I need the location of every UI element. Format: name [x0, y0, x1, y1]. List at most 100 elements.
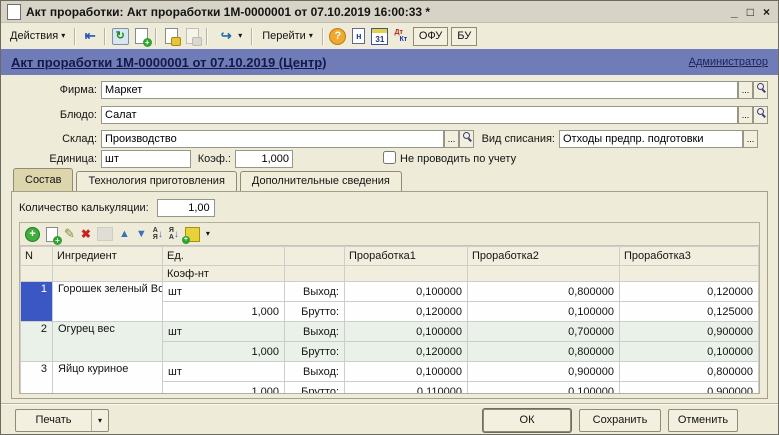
dish-lookup-button[interactable]: [753, 106, 768, 124]
ok-button[interactable]: ОК: [483, 409, 571, 432]
cell-ingredient[interactable]: Огурец вес: [53, 322, 163, 362]
cell-p1-out[interactable]: 0,100000: [345, 322, 468, 342]
user-link[interactable]: Администратор: [689, 56, 768, 68]
cell-coef[interactable]: 1,000: [163, 382, 285, 395]
cell-p1-out[interactable]: 0,100000: [345, 282, 468, 302]
no-posting-checkbox[interactable]: [383, 151, 396, 164]
cell-p3-out[interactable]: 0,900000: [620, 322, 759, 342]
calc-quantity-field[interactable]: [157, 199, 215, 217]
coef-label: Коэф.:: [195, 153, 231, 165]
cell-p3-gross[interactable]: 0,125000: [620, 302, 759, 322]
cell-p2-gross[interactable]: 0,800000: [468, 342, 620, 362]
cell-p3-out[interactable]: 0,120000: [620, 282, 759, 302]
coef-field[interactable]: [235, 150, 293, 168]
save-close-icon[interactable]: ⇤: [81, 27, 99, 45]
warehouse-ellipsis-button[interactable]: ...: [444, 130, 459, 148]
chevron-down-icon[interactable]: ▾: [91, 410, 108, 431]
dish-field[interactable]: [101, 106, 738, 124]
toolbar-separator: [206, 28, 208, 45]
cell-p2-gross[interactable]: 0,100000: [468, 382, 620, 395]
firm-lookup-button[interactable]: [753, 81, 768, 99]
add-row-button[interactable]: +: [25, 226, 40, 242]
dtkt-button[interactable]: Дт Кт: [392, 27, 410, 45]
copy-row-icon: +: [46, 227, 58, 242]
cell-p2-gross[interactable]: 0,100000: [468, 302, 620, 322]
goto-menu[interactable]: Перейти ▾: [258, 28, 317, 44]
cell-n[interactable]: 2: [21, 322, 53, 362]
tab-composition[interactable]: Состав: [13, 168, 73, 191]
table-row[interactable]: 1 Горошек зеленый Bonduelle 200г шт Выхо…: [21, 282, 759, 302]
cell-n[interactable]: 3: [21, 362, 53, 395]
cell-p2-out[interactable]: 0,700000: [468, 322, 620, 342]
calc-quantity-label: Количество калькуляции:: [19, 202, 149, 214]
cell-gross-label: Брутто:: [285, 302, 345, 322]
help-button[interactable]: ?: [329, 27, 347, 45]
cell-coef[interactable]: 1,000: [163, 302, 285, 322]
cell-p1-out[interactable]: 0,100000: [345, 362, 468, 382]
print-button[interactable]: Печать ▾: [15, 409, 109, 432]
sort-descending-icon[interactable]: ЯА ↓: [169, 227, 179, 241]
toolbar-separator: [155, 28, 157, 45]
chevron-down-icon[interactable]: ▾: [206, 230, 210, 238]
cell-coef[interactable]: 1,000: [163, 342, 285, 362]
titlebar: Акт проработки: Акт проработки 1М-000000…: [1, 1, 778, 23]
copy-row-button[interactable]: +: [46, 226, 58, 242]
cell-ingredient[interactable]: Горошек зеленый Bonduelle 200г: [53, 282, 163, 322]
copy-new-button[interactable]: +: [132, 27, 150, 45]
move-down-icon[interactable]: ▼: [136, 226, 147, 242]
cell-p2-out[interactable]: 0,800000: [468, 282, 620, 302]
cell-unit[interactable]: шт: [163, 282, 285, 302]
actions-menu[interactable]: Действия ▾: [6, 28, 69, 44]
post-document-button[interactable]: [162, 27, 180, 45]
composition-tab-panel: Количество калькуляции: + + ✎ ✖ ▲ ▼ АЯ ↓…: [11, 191, 768, 399]
minimize-button[interactable]: _: [731, 5, 738, 19]
calendar-icon: 31: [371, 28, 388, 45]
move-up-icon[interactable]: ▲: [119, 226, 130, 242]
cell-p1-gross[interactable]: 0,120000: [345, 342, 468, 362]
cell-p1-gross[interactable]: 0,120000: [345, 302, 468, 322]
firm-ellipsis-button[interactable]: ...: [738, 81, 753, 99]
table-row[interactable]: 2 Огурец вес шт Выход: 0,100000 0,700000…: [21, 322, 759, 342]
sort-ascending-icon[interactable]: АЯ ↓: [153, 227, 163, 241]
document-window: Акт проработки: Акт проработки 1М-000000…: [0, 0, 779, 435]
col-header-ingredient: Ингредиент: [53, 247, 163, 266]
table-row[interactable]: 3 Яйцо куриное шт Выход: 0,100000 0,9000…: [21, 362, 759, 382]
col-header-blank: [285, 247, 345, 266]
cell-p2-out[interactable]: 0,900000: [468, 362, 620, 382]
edit-row-icon[interactable]: ✎: [64, 226, 75, 242]
end-edit-icon: [97, 226, 113, 242]
cell-n[interactable]: 1: [21, 282, 53, 322]
close-button[interactable]: ×: [763, 5, 770, 19]
cell-p3-out[interactable]: 0,800000: [620, 362, 759, 382]
selection-button[interactable]: +: [185, 226, 200, 242]
cell-unit[interactable]: шт: [163, 322, 285, 342]
no-posting-label: Не проводить по учету: [400, 153, 516, 165]
save-button[interactable]: Сохранить: [579, 409, 661, 432]
refresh-button[interactable]: ↻: [111, 27, 129, 45]
cell-p3-gross[interactable]: 0,900000: [620, 382, 759, 395]
cancel-button[interactable]: Отменить: [668, 409, 738, 432]
dish-label: Блюдо:: [21, 109, 97, 121]
tab-technology[interactable]: Технология приготовления: [76, 171, 236, 191]
calendar-button[interactable]: 31: [371, 27, 389, 45]
ofu-toggle-button[interactable]: ОФУ: [413, 27, 448, 46]
cell-p3-gross[interactable]: 0,100000: [620, 342, 759, 362]
maximize-button[interactable]: □: [747, 5, 754, 19]
caption-band: Акт проработки 1М-0000001 от 07.10.2019 …: [1, 49, 778, 75]
delete-row-icon[interactable]: ✖: [81, 226, 91, 242]
structure-button[interactable]: н: [350, 27, 368, 45]
cell-unit[interactable]: шт: [163, 362, 285, 382]
dish-ellipsis-button[interactable]: ...: [738, 106, 753, 124]
cell-ingredient[interactable]: Яйцо куриное: [53, 362, 163, 395]
firm-field[interactable]: [101, 81, 738, 99]
output-menu[interactable]: ↪ ▾: [213, 25, 246, 47]
document-caption-link[interactable]: Акт проработки 1М-0000001 от 07.10.2019 …: [11, 55, 327, 70]
writeoff-field[interactable]: [559, 130, 743, 148]
writeoff-ellipsis-button[interactable]: ...: [743, 130, 758, 148]
col-header-p1: Проработка1: [345, 247, 468, 266]
cell-p1-gross[interactable]: 0,110000: [345, 382, 468, 395]
unit-field[interactable]: [101, 150, 191, 168]
warehouse-field[interactable]: [101, 130, 444, 148]
bu-toggle-button[interactable]: БУ: [451, 27, 477, 46]
tab-additional[interactable]: Дополнительные сведения: [240, 171, 402, 191]
